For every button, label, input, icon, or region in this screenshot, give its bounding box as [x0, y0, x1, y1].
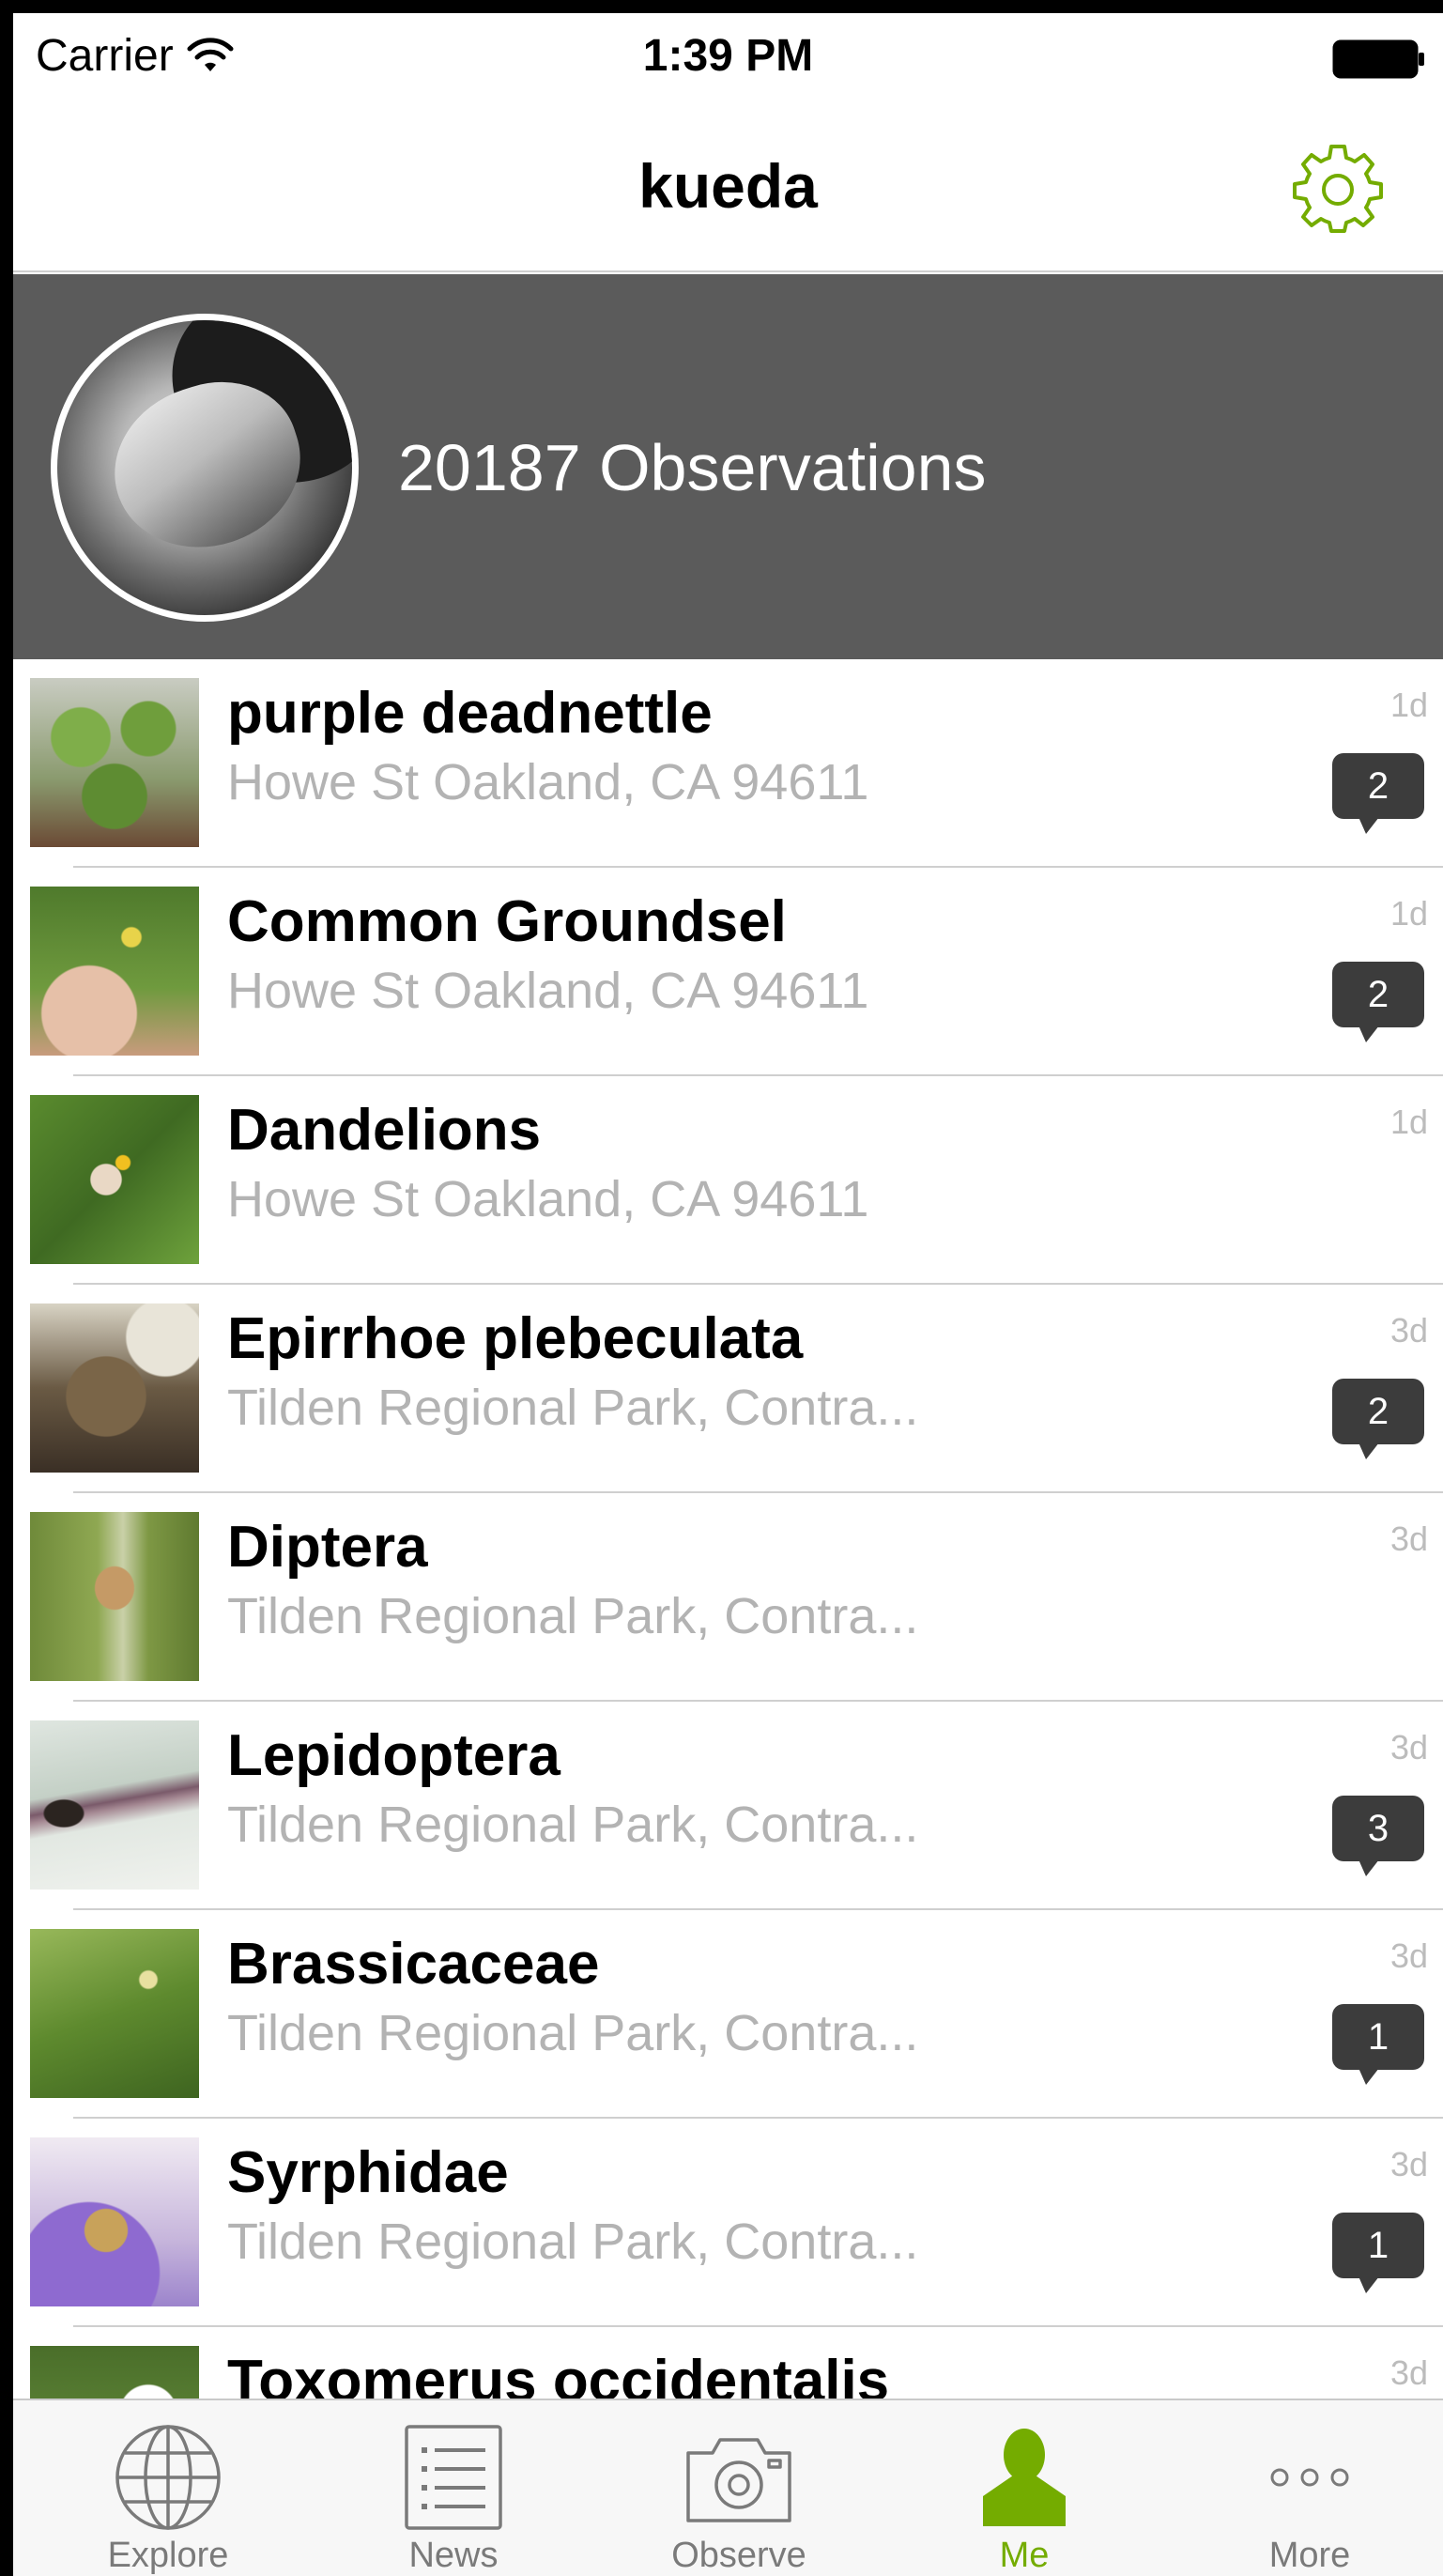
profile-header: 20187 Observations	[13, 274, 1443, 659]
comment-count-badge: 2	[1332, 753, 1424, 836]
observation-title: Brassicaceae	[227, 1932, 600, 1997]
globe-icon	[115, 2425, 221, 2530]
observation-age: 1d	[1389, 1103, 1428, 1141]
list-item[interactable]: Dandelions Howe St Oakland, CA 94611 1d	[13, 1076, 1443, 1285]
tab-label: Explore	[107, 2536, 229, 2575]
list-item[interactable]: Diptera Tilden Regional Park, Contra... …	[13, 1493, 1443, 1702]
observation-title: Syrphidae	[227, 2140, 509, 2205]
page-title: kueda	[638, 151, 818, 221]
observation-place: Tilden Regional Park, Contra...	[227, 1797, 919, 1853]
person-icon	[983, 2429, 1066, 2526]
tab-me[interactable]: Me	[882, 2400, 1167, 2576]
observation-title: Dandelions	[227, 1098, 542, 1163]
observation-age: 3d	[1389, 2353, 1428, 2392]
observation-title: Common Groundsel	[227, 889, 787, 954]
observation-title: Epirrhoe plebeculata	[227, 1306, 804, 1371]
news-list-icon	[405, 2425, 502, 2530]
tab-label: Observe	[671, 2536, 806, 2575]
observation-thumbnail	[30, 1303, 199, 1473]
battery-icon	[1332, 39, 1424, 79]
observation-age: 1d	[1389, 894, 1428, 933]
observation-age: 3d	[1389, 1936, 1428, 1975]
tab-more[interactable]: More	[1167, 2400, 1443, 2576]
comment-count: 1	[1332, 2213, 1424, 2278]
comment-count-badge: 2	[1332, 962, 1424, 1044]
more-dots-icon	[1270, 2468, 1349, 2487]
comment-count-badge: 3	[1332, 1796, 1424, 1878]
comment-count: 2	[1332, 962, 1424, 1027]
observation-thumbnail	[30, 887, 199, 1056]
observation-thumbnail	[30, 1095, 199, 1264]
observation-place: Howe St Oakland, CA 94611	[227, 754, 869, 810]
observation-place: Tilden Regional Park, Contra...	[227, 1588, 919, 1644]
gear-icon	[1293, 145, 1383, 233]
comment-count: 2	[1332, 753, 1424, 819]
list-item[interactable]: Common Groundsel Howe St Oakland, CA 946…	[13, 868, 1443, 1076]
status-bar: Carrier 1:39 PM	[13, 13, 1443, 107]
navigation-bar: kueda	[13, 107, 1443, 272]
observation-age: 3d	[1389, 2145, 1428, 2183]
list-item[interactable]: purple deadnettle Howe St Oakland, CA 94…	[13, 659, 1443, 868]
observation-thumbnail	[30, 1929, 199, 2098]
status-time: 1:39 PM	[642, 31, 814, 81]
comment-count: 2	[1332, 1379, 1424, 1444]
tab-label: News	[408, 2536, 499, 2575]
tab-label: More	[1268, 2536, 1351, 2575]
observation-thumbnail	[30, 678, 199, 847]
list-item[interactable]: Brassicaceae Tilden Regional Park, Contr…	[13, 1910, 1443, 2119]
observation-place: Tilden Regional Park, Contra...	[227, 1380, 919, 1436]
observation-place: Howe St Oakland, CA 94611	[227, 963, 869, 1019]
observation-title: Lepidoptera	[227, 1723, 560, 1788]
comment-count: 3	[1332, 1796, 1424, 1861]
app-screen: Carrier 1:39 PM kueda 20187 Observations…	[13, 13, 1443, 2576]
observation-thumbnail	[30, 2137, 199, 2306]
comment-count: 1	[1332, 2004, 1424, 2070]
observation-thumbnail	[30, 1720, 199, 1890]
list-item[interactable]: Lepidoptera Tilden Regional Park, Contra…	[13, 1702, 1443, 1910]
tab-news[interactable]: News	[311, 2400, 596, 2576]
observation-age: 3d	[1389, 1311, 1428, 1350]
tab-explore[interactable]: Explore	[25, 2400, 311, 2576]
observation-place: Tilden Regional Park, Contra...	[227, 2214, 919, 2270]
observation-age: 1d	[1389, 686, 1428, 724]
tab-bar: Explore News Observe Me More	[13, 2399, 1443, 2576]
observation-place: Howe St Oakland, CA 94611	[227, 1171, 869, 1227]
observation-thumbnail	[30, 1512, 199, 1681]
comment-count-badge: 1	[1332, 2004, 1424, 2087]
tab-label: Me	[999, 2536, 1050, 2575]
list-item[interactable]: Epirrhoe plebeculata Tilden Regional Par…	[13, 1285, 1443, 1493]
observation-title: purple deadnettle	[227, 681, 713, 746]
list-item[interactable]: Syrphidae Tilden Regional Park, Contra..…	[13, 2119, 1443, 2327]
avatar[interactable]	[51, 314, 359, 622]
settings-button[interactable]	[1291, 141, 1385, 235]
observations-count: 20187 Observations	[398, 431, 987, 504]
observation-age: 3d	[1389, 1519, 1428, 1558]
observation-place: Tilden Regional Park, Contra...	[227, 2005, 919, 2061]
observation-list[interactable]: purple deadnettle Howe St Oakland, CA 94…	[13, 659, 1443, 2536]
comment-count-badge: 1	[1332, 2213, 1424, 2295]
observation-age: 3d	[1389, 1728, 1428, 1766]
observation-title: Diptera	[227, 1515, 428, 1580]
tab-observe[interactable]: Observe	[596, 2400, 882, 2576]
camera-icon	[686, 2438, 791, 2522]
comment-count-badge: 2	[1332, 1379, 1424, 1461]
